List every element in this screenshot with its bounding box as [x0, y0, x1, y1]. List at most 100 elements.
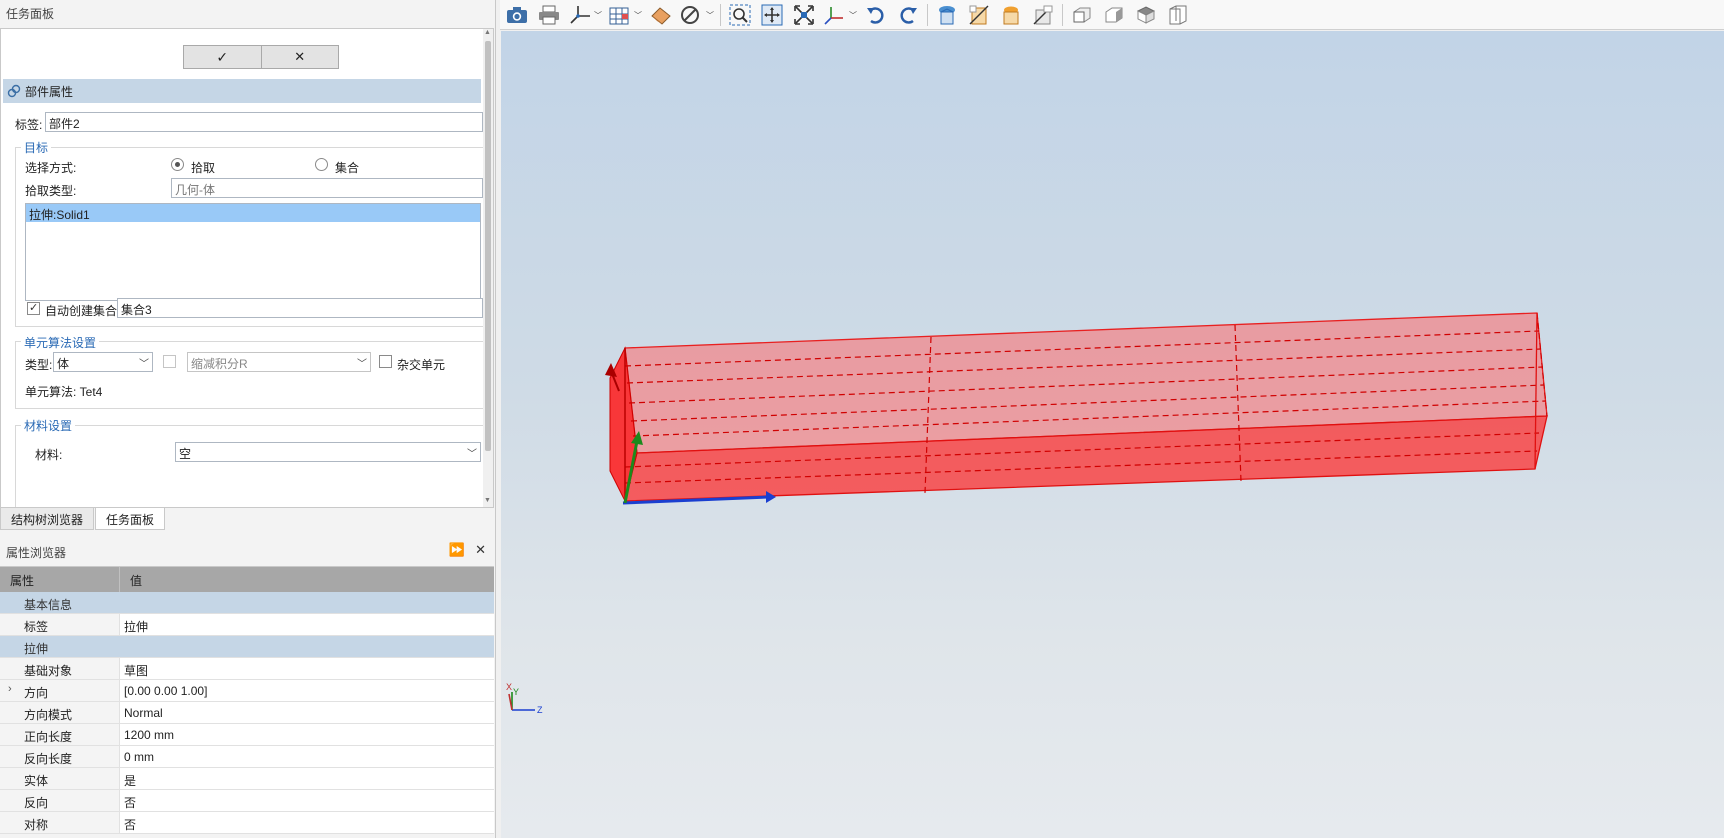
table-row[interactable]: 反向 否	[0, 790, 494, 812]
chevron-right-icon[interactable]: ›	[8, 683, 12, 695]
view-front-icon	[1073, 7, 1091, 22]
reduced-integration-value: 缩减积分R	[191, 357, 248, 371]
view-section-button[interactable]	[966, 2, 992, 28]
scrollbar-thumb[interactable]	[485, 41, 491, 451]
part-properties-title: 部件属性	[25, 84, 74, 99]
tab-task-panel[interactable]: 任务面板	[95, 508, 166, 530]
scroll-up-icon[interactable]: ▲	[484, 29, 491, 36]
property-table-header: 属性 值	[0, 567, 494, 592]
ok-button[interactable]: ✓	[183, 45, 262, 69]
material-select[interactable]: 空 ﹀	[175, 442, 481, 462]
chevron-down-icon: ﹀	[706, 10, 714, 20]
property-key: 正向长度	[0, 724, 120, 745]
3d-viewport[interactable]: Z Y X	[501, 31, 1724, 838]
table-row[interactable]: 标签 拉伸	[0, 614, 494, 636]
print-button[interactable]	[536, 2, 562, 28]
group-row-extrude[interactable]: 拉伸	[0, 636, 494, 658]
view-front-button[interactable]	[1069, 2, 1095, 28]
no-entry-dropdown[interactable]: ﹀	[680, 2, 714, 28]
property-value[interactable]: 拉伸	[120, 614, 152, 635]
chevron-down-icon: ﹀	[357, 359, 367, 370]
view-iso-icon	[939, 5, 955, 24]
view-clip-button[interactable]	[1030, 2, 1056, 28]
view-iso-button[interactable]	[934, 2, 960, 28]
table-row[interactable]: 正向长度 1200 mm	[0, 724, 494, 746]
task-panel-scrollbar[interactable]: ▲ ▼	[483, 29, 493, 507]
zoom-extents-icon	[794, 4, 814, 25]
chevron-down-icon: ﹀	[634, 10, 642, 20]
grid-icon	[609, 7, 629, 24]
column-header-property[interactable]: 属性	[0, 567, 120, 592]
scroll-down-icon[interactable]: ▼	[484, 497, 491, 504]
reduced-integration-select: 缩减积分R ﹀	[187, 352, 371, 372]
table-row[interactable]: 实体 是	[0, 768, 494, 790]
property-value[interactable]: 1200 mm	[120, 724, 178, 745]
label-caption: 标签:	[15, 118, 43, 132]
element-type-value: 体	[57, 357, 70, 371]
property-browser-controls: ⏩ ✕	[449, 542, 486, 558]
view-right-button[interactable]	[1101, 2, 1127, 28]
property-value[interactable]: 否	[120, 790, 140, 811]
label-input[interactable]: 部件2	[45, 112, 483, 132]
view-box-button[interactable]	[1165, 2, 1191, 28]
element-settings-title: 单元算法设置	[21, 334, 100, 351]
cancel-button[interactable]: ✕	[261, 45, 339, 69]
tab-structure-tree[interactable]: 结构树浏览器	[0, 508, 95, 530]
table-row[interactable]: 反向长度 0 mm	[0, 746, 494, 768]
zoom-extents-button[interactable]	[791, 2, 817, 28]
table-row[interactable]: 对称 否	[0, 812, 494, 834]
view-shaded-icon	[1003, 6, 1019, 24]
property-value[interactable]: 否	[120, 812, 140, 833]
fit-all-button[interactable]	[759, 2, 785, 28]
close-icon[interactable]: ✕	[475, 542, 486, 558]
ok-cancel-group: ✓ ✕	[183, 45, 339, 69]
property-value[interactable]: [0.00 0.00 1.00]	[120, 680, 211, 701]
part-properties-header[interactable]: 部件属性	[3, 79, 481, 103]
orientation-triad: Z Y X	[506, 682, 543, 715]
view-shaded-button[interactable]	[998, 2, 1024, 28]
hybrid-element-label: 杂交单元	[397, 358, 446, 372]
property-value[interactable]: 0 mm	[120, 746, 158, 767]
fast-forward-icon[interactable]: ⏩	[449, 542, 465, 558]
type-caption: 类型:	[25, 358, 53, 372]
element-type-select[interactable]: 体 ﹀	[53, 352, 153, 372]
task-panel: ✓ ✕ 部件属性 标签: 部件2 目标 选择方式: 拾取 集合 拾取类型: 几何…	[0, 28, 494, 508]
set-radio[interactable]	[315, 158, 328, 171]
material-value: 空	[179, 447, 192, 461]
eraser-icon	[651, 6, 671, 25]
auto-create-checkbox[interactable]	[27, 301, 40, 315]
element-algorithm-text: 单元算法: Tet4	[25, 385, 103, 399]
pick-radio[interactable]	[171, 158, 184, 171]
property-key: 反向	[0, 790, 120, 811]
property-value[interactable]: 是	[120, 768, 140, 789]
property-key: 标签	[0, 614, 120, 635]
auto-create-set-input[interactable]: 集合3	[117, 298, 483, 318]
extruded-solid[interactable]	[609, 312, 1548, 503]
set-radio-label: 集合	[335, 161, 360, 175]
view-clip-icon	[1033, 5, 1053, 24]
table-row[interactable]: › 方向 [0.00 0.00 1.00]	[0, 680, 494, 702]
target-listbox[interactable]: 拉伸:Solid1	[25, 203, 481, 301]
select-mode-caption: 选择方式:	[25, 161, 77, 175]
table-row[interactable]: 基础对象 草图	[0, 658, 494, 680]
view-top-button[interactable]	[1133, 2, 1159, 28]
view-section-icon	[969, 5, 989, 24]
property-value[interactable]: 草图	[120, 658, 152, 679]
list-item[interactable]: 拉伸:Solid1	[26, 204, 480, 222]
mesh-grid-dropdown[interactable]: ﹀	[608, 2, 642, 28]
group-row-basic-info[interactable]: 基本信息	[0, 592, 494, 614]
column-header-value[interactable]: 值	[120, 567, 152, 592]
chevron-down-icon: ﹀	[849, 10, 857, 20]
chevron-down-icon: ﹀	[139, 359, 149, 370]
undo-button[interactable]	[863, 2, 889, 28]
hybrid-element-checkbox[interactable]	[379, 355, 392, 368]
triad-label-y: Y	[513, 687, 519, 697]
redo-button[interactable]	[895, 2, 921, 28]
screenshot-button[interactable]	[504, 2, 530, 28]
eraser-button[interactable]	[648, 2, 674, 28]
axis-triad-dropdown[interactable]: ﹀	[823, 2, 857, 28]
table-row[interactable]: 方向模式 Normal	[0, 702, 494, 724]
property-value[interactable]: Normal	[120, 702, 167, 723]
zoom-box-button[interactable]	[727, 2, 753, 28]
axis-view-dropdown[interactable]: ﹀	[568, 2, 602, 28]
